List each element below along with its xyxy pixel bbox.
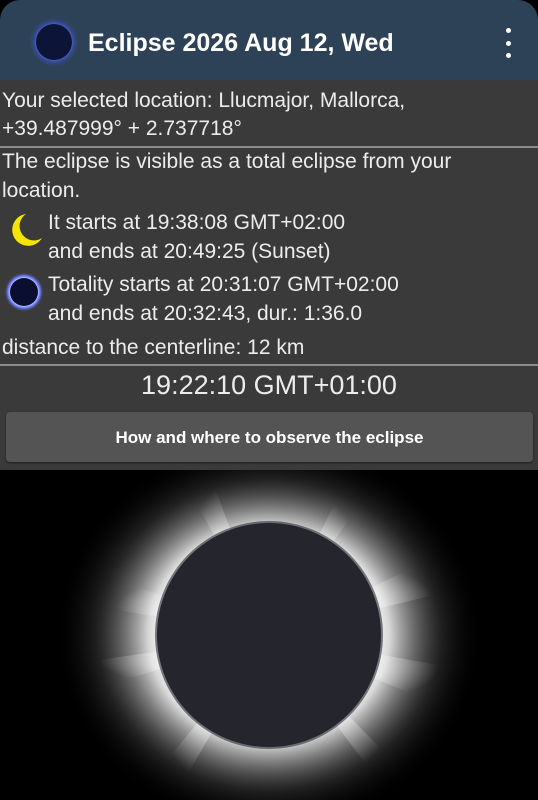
observe-eclipse-button[interactable]: How and where to observe the eclipse [6, 412, 533, 462]
app-title: Eclipse 2026 Aug 12, Wed [88, 29, 394, 57]
location-line-1: Your selected location: Llucmajor, Mallo… [2, 89, 406, 112]
eclipse-image [0, 470, 538, 800]
screen: Eclipse 2026 Aug 12, Wed Your selected l… [0, 0, 538, 800]
partial-end-text: and ends at 20:49:25 (Sunset) [48, 240, 331, 263]
total-eclipse-icon [4, 272, 44, 312]
divider [0, 364, 538, 366]
centerline-distance: distance to the centerline: 12 km [2, 336, 305, 359]
visibility-line-1: The eclipse is visible as a total eclips… [2, 150, 452, 173]
eclipse-info-panel: Your selected location: Llucmajor, Mallo… [0, 80, 538, 470]
eclipse-app-icon [28, 16, 80, 68]
visibility-line-2: location. [2, 179, 81, 202]
totality-start-text: Totality starts at 20:31:07 GMT+02:00 [48, 273, 399, 296]
app-bar: Eclipse 2026 Aug 12, Wed [0, 0, 538, 80]
partial-start-text: It starts at 19:38:08 GMT+02:00 [48, 211, 346, 234]
current-time: 19:22:10 GMT+01:00 [141, 370, 397, 400]
totality-end-text: and ends at 20:32:43, dur.: 1:36.0 [48, 302, 363, 325]
location-coordinates: +39.487999° + 2.737718° [2, 117, 242, 140]
solar-corona-image [54, 470, 484, 800]
overflow-menu-icon[interactable] [496, 28, 520, 58]
crescent-moon-icon [12, 214, 42, 246]
